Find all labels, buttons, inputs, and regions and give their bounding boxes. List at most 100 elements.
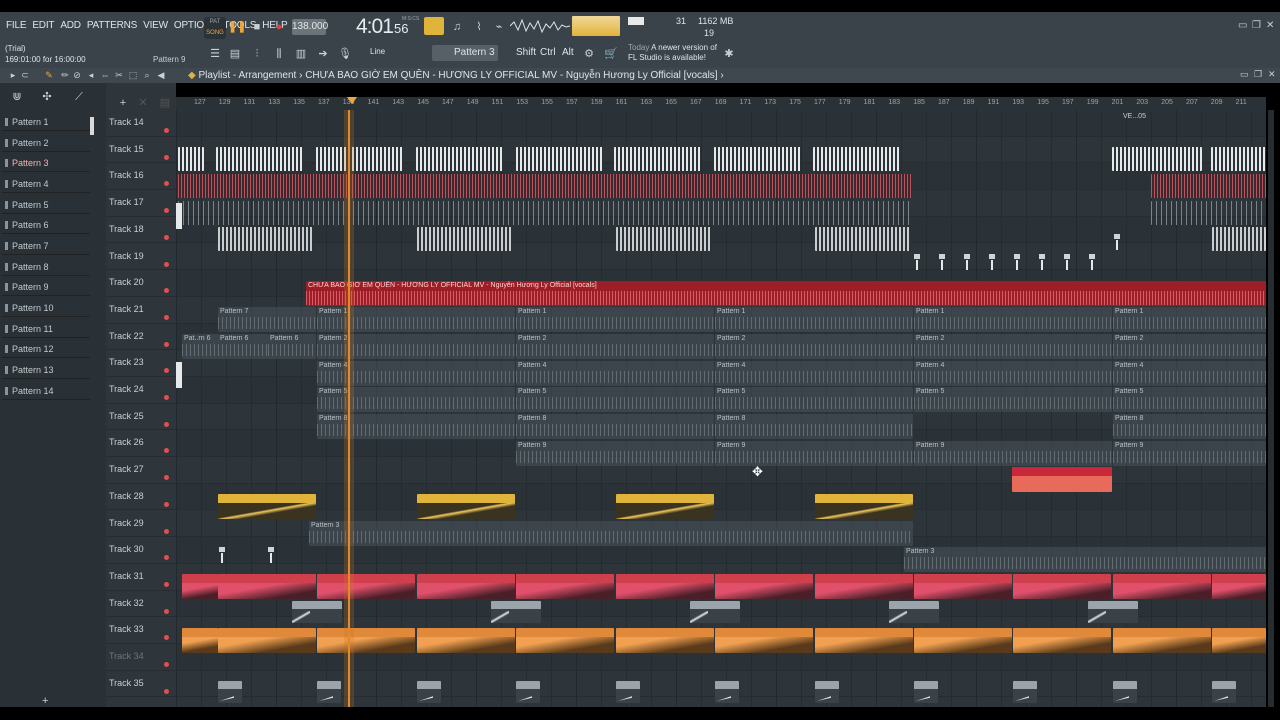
clip-kshmr-sweep[interactable]: KSHMR_Long_Sweep_3 — [317, 574, 415, 599]
record-button[interactable]: ● — [270, 19, 288, 35]
clip-track35[interactable] — [317, 681, 341, 703]
picker-scrollbar[interactable] — [90, 117, 94, 135]
menu-edit[interactable]: EDIT — [32, 20, 54, 31]
clip-ve05[interactable]: VE...05 — [1121, 112, 1161, 134]
clip-pattern-1[interactable]: Pattern 1 — [914, 307, 1112, 332]
clip-pattern-4[interactable]: Pattern 4 — [715, 361, 913, 386]
settings-icon[interactable]: ⚙ — [580, 46, 598, 62]
track-mute-dot[interactable] — [164, 181, 169, 187]
clip-track19[interactable] — [938, 254, 948, 278]
pause-button[interactable]: ❚❚ — [228, 19, 246, 35]
clip-pattern-4[interactable]: Pattern 4 — [516, 361, 714, 386]
step-edit-icon[interactable]: ♫ — [448, 19, 466, 35]
clip-vedm-bars[interactable]: VEDM U. Bars — [690, 601, 740, 623]
clip-pattern-9[interactable]: Pattern 9 — [715, 441, 913, 466]
clip-pattern-6[interactable]: Pattern 6 — [268, 334, 316, 359]
clip-fx-upfilter[interactable]: FX Upfilter 009 VDEM 3 — [317, 628, 415, 653]
clip-pattern-1[interactable]: Pattern 1 — [1113, 307, 1266, 332]
track-header[interactable]: Track 31 — [106, 564, 176, 591]
clip-vedm-bars[interactable]: VEDM U. Bars — [292, 601, 342, 623]
clip-kshmr-sweep[interactable]: KSHMR_Long_Sweep_3 — [516, 574, 614, 599]
clip-pattern-1[interactable]: Pattern 1 — [516, 307, 714, 332]
cart-icon[interactable]: 🛒 — [602, 46, 620, 62]
playlist-maximize-icon[interactable]: ❐ — [1254, 69, 1262, 80]
clip-fx-upfilter[interactable]: FX Upfi...DEM 3 — [1212, 628, 1266, 653]
track-header[interactable]: Track 24 — [106, 377, 176, 404]
picker-pattern-7[interactable]: Pattern 7 — [2, 237, 90, 255]
news-panel[interactable]: Today A newer version of FL Studio is av… — [628, 43, 717, 63]
clip-track19[interactable] — [988, 254, 998, 278]
clip-track35[interactable] — [616, 681, 640, 703]
track-header[interactable]: Track 29 — [106, 511, 176, 538]
track-mute-dot[interactable] — [164, 208, 169, 214]
clip-pattern-3[interactable]: Pattern 3 — [309, 521, 913, 546]
clip-bspv1-fill[interactable]: BSPV1 - Long Fill 002 — [815, 494, 913, 519]
picker-pattern-4[interactable]: Pattern 4 — [2, 175, 90, 193]
track-mute-dot[interactable] — [164, 395, 169, 400]
pattern-selector[interactable]: Pattern 3 — [432, 45, 498, 61]
track-header[interactable]: Track 22 — [106, 324, 176, 351]
clip-fx-upfilter[interactable]: FX Upfilter 009 VDEM 3 — [1013, 628, 1111, 653]
track-mute-dot[interactable] — [164, 501, 169, 507]
track-header[interactable]: Track 19 — [106, 244, 176, 271]
clip-kshmr-sweep[interactable]: KSHMR_eep_3 — [1212, 574, 1266, 599]
picker-pattern-1[interactable]: Pattern 1 — [2, 113, 90, 131]
menu-patterns[interactable]: PATTERNS — [87, 20, 137, 31]
clip-vocals[interactable]: CHƯA BAO GIỜ EM QUÊN - HƯƠNG LY OFFICIAL… — [306, 281, 1266, 306]
typing-keyboard-button[interactable] — [424, 17, 444, 35]
playback-tool-icon[interactable]: ◀ — [152, 67, 170, 83]
clip-track35[interactable] — [815, 681, 839, 703]
clip-track16[interactable] — [178, 174, 912, 198]
metronome-icon[interactable]: ⌇ — [470, 19, 488, 35]
track-mute-dot[interactable] — [164, 635, 169, 641]
track-header[interactable]: Track 25 — [106, 404, 176, 431]
clip-pattern-5[interactable]: Pattern 5 — [715, 387, 913, 412]
track-header[interactable]: Track 14 — [106, 110, 176, 137]
menu-add[interactable]: ADD — [60, 20, 81, 31]
clip-pattern-3[interactable]: Pattern 3 — [904, 547, 1266, 572]
clip-fx-upfilter[interactable]: FX Upfilter 009 VDEM 3 — [715, 628, 813, 653]
clip-pattern-8[interactable]: Pattern 8 — [516, 414, 714, 439]
clip-fx-upfilter[interactable]: FX Upfilter 009 VDEM 3 — [815, 628, 913, 653]
clip-track19[interactable] — [1088, 254, 1098, 278]
clip-pattern-2[interactable]: Pattern 2 — [715, 334, 913, 359]
picker-pattern-6[interactable]: Pattern 6 — [2, 216, 90, 234]
clip-pattern-6[interactable]: Pattern 6 — [218, 334, 268, 359]
clip-vedm-bars[interactable]: VEDM U. Bars — [1088, 601, 1138, 623]
picker-audio-icon[interactable]: ✣ — [38, 89, 56, 105]
picker-automation-icon[interactable]: ⟋ — [70, 89, 88, 105]
playhead-marker[interactable] — [347, 97, 357, 104]
clip-pattern-4[interactable]: Pattern 4 — [1113, 361, 1266, 386]
minimize-icon[interactable]: ▭ — [1238, 20, 1247, 31]
clip-pattern-6[interactable]: Pat..rn 6 — [182, 334, 218, 359]
track-mute-dot[interactable] — [164, 448, 169, 454]
clip-track19[interactable] — [1038, 254, 1048, 278]
clip-track15[interactable] — [614, 147, 701, 171]
clip-fx-upfilter[interactable]: FX Upfilter 009 VDEM 3 — [914, 628, 1012, 653]
picker-pattern-13[interactable]: Pattern 13 — [2, 361, 90, 379]
track-lane[interactable] — [176, 110, 1266, 137]
arrangement-grid[interactable]: VE...05 CHƯA BAO GIỜ EM QUÊN - HƯƠNG LY … — [176, 110, 1266, 707]
clip-fx-upfilter[interactable]: FX Upfilter 009 VDEM 3 — [616, 628, 714, 653]
clip-track35[interactable] — [914, 681, 938, 703]
clip-track19[interactable] — [1013, 254, 1023, 278]
clip-track18[interactable] — [417, 227, 513, 251]
clip-track15[interactable] — [316, 147, 403, 171]
track-header[interactable]: Track 26 — [106, 430, 176, 458]
picker-pattern-8[interactable]: Pattern 8 — [2, 258, 90, 276]
track-header[interactable]: Track 16 — [106, 163, 176, 191]
clip-bspv1-fill[interactable]: BSPV1 - Long Fill 002 — [218, 494, 316, 519]
track-mute-dot[interactable] — [164, 288, 169, 294]
clip-track35[interactable] — [417, 681, 441, 703]
track-header[interactable]: Track 30 — [106, 537, 176, 564]
track-header[interactable]: Track 28 — [106, 484, 176, 511]
clip-fx-upfilter[interactable]: FX Upfilter 009 VDEM 3 — [1113, 628, 1211, 653]
clip-track17[interactable] — [178, 201, 912, 225]
channel-rack-icon[interactable]: ⫶ — [248, 46, 266, 62]
ctrl-button[interactable]: Ctrl — [540, 47, 556, 58]
clip-pattern-9[interactable]: Pattern 9 — [914, 441, 1112, 466]
clip-track15[interactable] — [1211, 147, 1266, 171]
clip-pattern-9[interactable]: Pattern 9 — [1113, 441, 1266, 466]
menu-view[interactable]: VIEW — [143, 20, 168, 31]
clip-bspv1-fill[interactable]: BSPV1 - Long Fill 002 — [417, 494, 515, 519]
